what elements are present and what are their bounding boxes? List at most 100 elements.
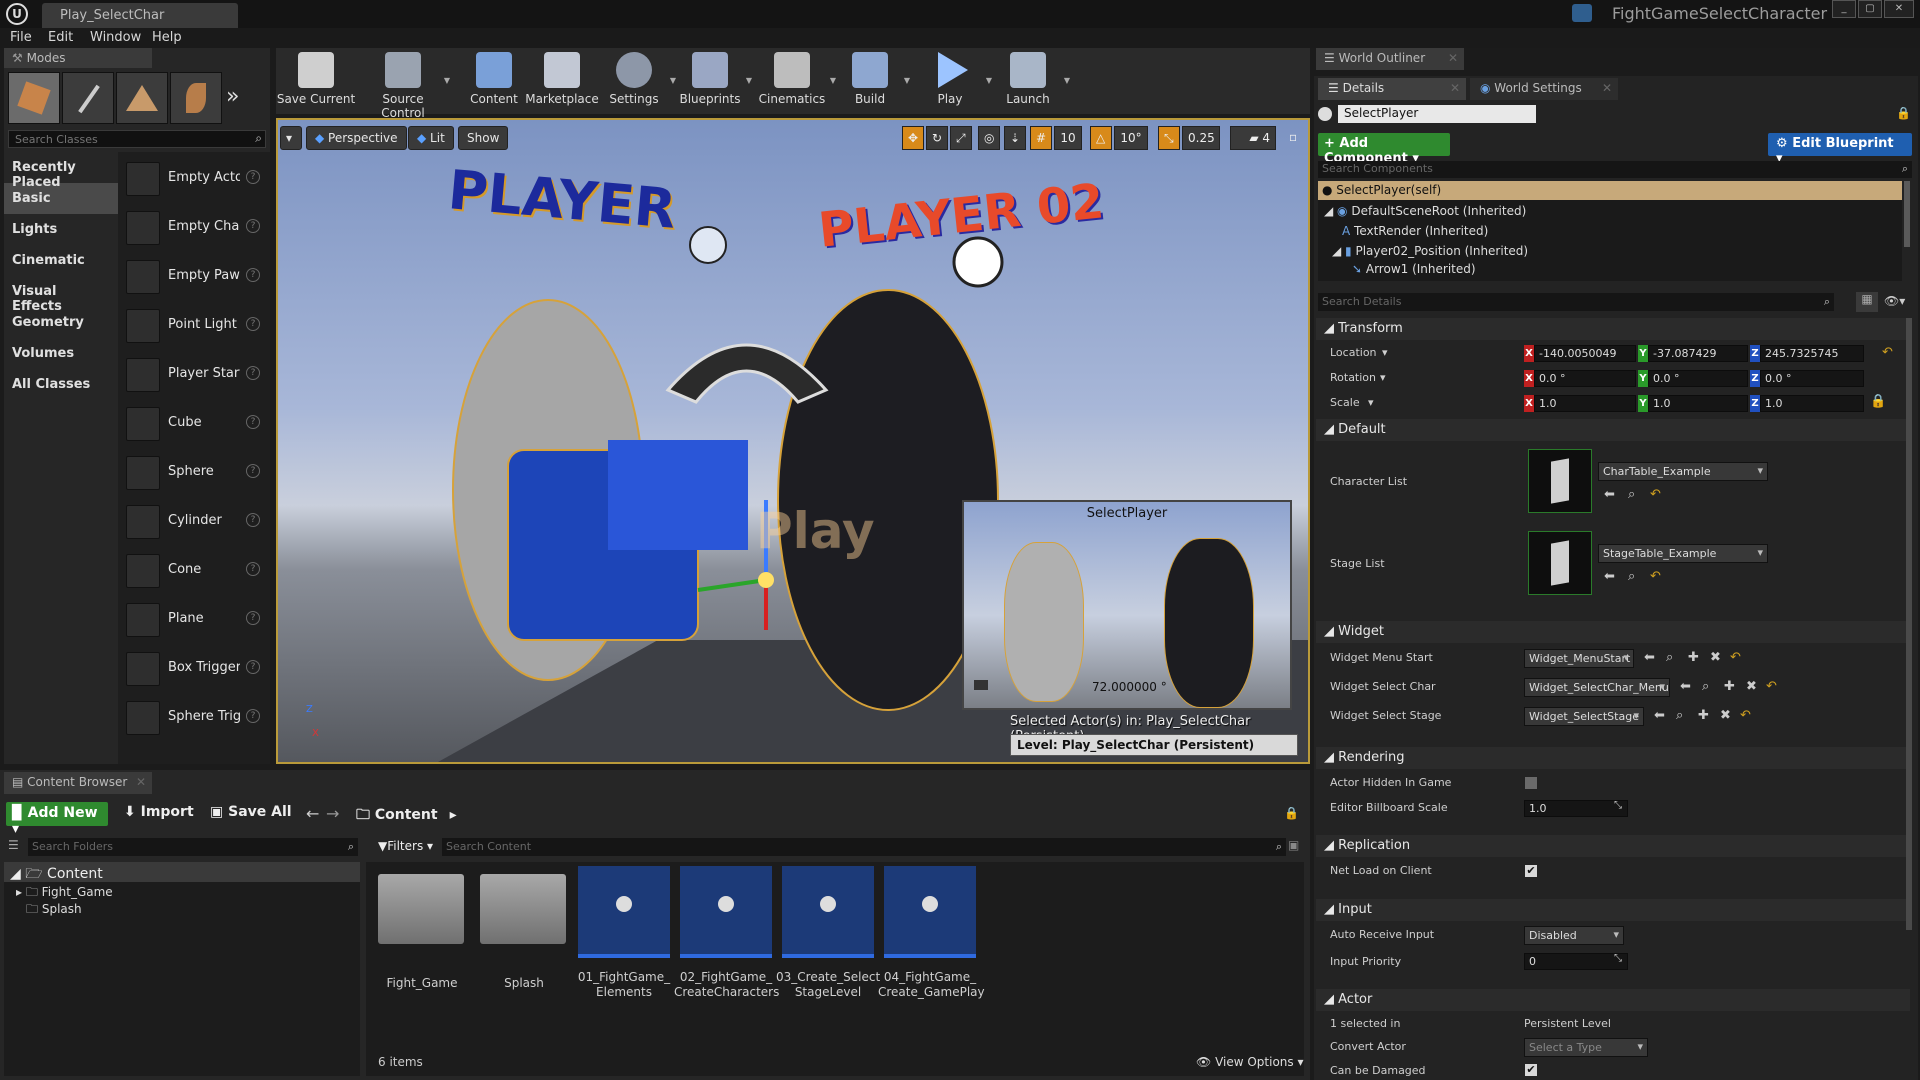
- search-classes-input[interactable]: [9, 131, 239, 147]
- section-widget[interactable]: ◢ Widget: [1316, 621, 1910, 643]
- category-all-classes[interactable]: All Classes: [4, 369, 118, 400]
- back-arrow-icon[interactable]: ←: [306, 804, 319, 823]
- close-icon[interactable]: ✕: [1602, 81, 1612, 95]
- section-input[interactable]: ◢ Input: [1316, 899, 1910, 921]
- browse-search-icon[interactable]: ⌕: [1628, 569, 1635, 584]
- maximize-viewport-icon[interactable]: ▫: [1284, 126, 1306, 150]
- rotation-snap-icon[interactable]: △: [1090, 126, 1112, 150]
- expand-arrow-icon[interactable]: ◢: [1324, 204, 1337, 218]
- blueprints-button[interactable]: Blueprints ▼: [672, 50, 752, 112]
- minimize-button[interactable]: _: [1832, 0, 1856, 18]
- reset-arrow-icon[interactable]: ↶: [1882, 345, 1893, 360]
- class-item-empty-pawn[interactable]: Empty Pawn?: [124, 254, 274, 300]
- help-icon[interactable]: ?: [246, 317, 260, 331]
- grid-snap-value[interactable]: 10: [1054, 126, 1082, 150]
- foliage-mode-icon[interactable]: [170, 72, 222, 124]
- add-icon[interactable]: ✚: [1724, 679, 1735, 694]
- build-button[interactable]: Build ▼: [834, 50, 910, 112]
- scale-snap-icon[interactable]: ⤡: [1158, 126, 1180, 150]
- expand-arrow-icon[interactable]: ◢: [1332, 244, 1345, 258]
- close-icon[interactable]: ✕: [136, 775, 146, 789]
- billboard-scale-field[interactable]: 1.0: [1524, 800, 1628, 817]
- search-content-field[interactable]: Search Content ⌕: [442, 838, 1286, 856]
- search-classes-field[interactable]: ⌕: [8, 130, 266, 148]
- category-visual-effects[interactable]: Visual Effects: [4, 276, 118, 314]
- outliner-tab[interactable]: ☰ World Outliner ✕: [1316, 48, 1464, 70]
- asset-03-label[interactable]: 03_Create_Select StageLevel: [776, 970, 880, 1000]
- save-current-button[interactable]: Save Current: [276, 50, 356, 112]
- search-components-field[interactable]: Search Components ⌕: [1318, 161, 1912, 178]
- browse-search-icon[interactable]: ⌕: [1666, 650, 1673, 665]
- class-item-cylinder[interactable]: Cylinder?: [124, 499, 274, 545]
- menu-file[interactable]: File: [10, 30, 32, 45]
- view-options-button[interactable]: 👁 View Options ▾: [1196, 1055, 1304, 1069]
- help-icon[interactable]: ?: [246, 513, 260, 527]
- tree-content-root[interactable]: ◢ 🗁 Content: [4, 862, 360, 882]
- paint-mode-icon[interactable]: [62, 72, 114, 124]
- input-priority-field[interactable]: 0: [1524, 953, 1628, 970]
- convert-actor-dropdown[interactable]: Select a Type: [1524, 1038, 1648, 1057]
- category-cinematic[interactable]: Cinematic: [4, 245, 118, 276]
- asset-04-thumbnail[interactable]: [884, 866, 976, 958]
- close-button[interactable]: ✕: [1884, 0, 1914, 18]
- details-tab[interactable]: ☰ Details ✕: [1318, 78, 1466, 100]
- component-arrow1[interactable]: ➘ Arrow1 (Inherited): [1318, 260, 1902, 276]
- help-icon[interactable]: ?: [246, 219, 260, 233]
- more-modes-icon[interactable]: »: [226, 84, 239, 109]
- tree-splash[interactable]: 🗀 Splash: [4, 899, 360, 916]
- content-browser-tab[interactable]: ▤ Content Browser ✕: [4, 772, 152, 794]
- reset-arrow-icon[interactable]: ↶: [1740, 708, 1751, 723]
- grid-snap-icon[interactable]: #: [1030, 126, 1052, 150]
- class-item-point-light[interactable]: Point Light?: [124, 303, 274, 349]
- use-selected-arrow-icon[interactable]: ⬅: [1604, 569, 1615, 584]
- lock-icon[interactable]: 🔒: [1896, 106, 1911, 120]
- help-icon[interactable]: ?: [246, 366, 260, 380]
- forward-arrow-icon[interactable]: →: [326, 804, 339, 823]
- launch-button[interactable]: Launch ▼: [990, 50, 1070, 112]
- save-all-button[interactable]: ▣ Save All: [210, 804, 292, 820]
- component-textrender[interactable]: A TextRender (Inherited): [1318, 220, 1902, 240]
- asset-01-thumbnail[interactable]: [578, 866, 670, 958]
- folder-fight-game-label[interactable]: Fight_Game: [370, 976, 474, 991]
- browse-search-icon[interactable]: ⌕: [1628, 487, 1635, 502]
- category-recently-placed[interactable]: Recently Placed: [4, 152, 118, 190]
- dropdown-arrow-icon[interactable]: ▾: [1368, 396, 1374, 409]
- component-scrollbar[interactable]: [1904, 181, 1910, 247]
- source-control-button[interactable]: Source Control ▼: [360, 50, 450, 120]
- filters-button[interactable]: ▼Filters ▾: [376, 838, 438, 856]
- breadcrumb[interactable]: 🗀 Content ▸: [356, 804, 457, 828]
- help-icon[interactable]: ?: [246, 464, 260, 478]
- tree-fight-game[interactable]: ▸ 🗀 Fight_Game: [4, 882, 360, 899]
- eye-visibility-icon[interactable]: 👁▾: [1884, 294, 1905, 308]
- sources-toggle-icon[interactable]: ☰: [8, 838, 19, 852]
- component-self[interactable]: ● SelectPlayer(self): [1318, 181, 1902, 200]
- folder-fight-game-icon[interactable]: [378, 874, 464, 944]
- level-tab[interactable]: Play_SelectChar: [42, 3, 238, 28]
- asset-02-label[interactable]: 02_FightGame_ CreateCharacters: [674, 970, 779, 1000]
- search-folders-field[interactable]: Search Folders ⌕: [28, 838, 358, 856]
- asset-04-label[interactable]: 04_FightGame_ Create_GamePlay: [878, 970, 985, 1000]
- section-replication[interactable]: ◢ Replication: [1316, 835, 1910, 857]
- section-actor[interactable]: ◢ Actor: [1316, 989, 1910, 1011]
- class-item-sphere[interactable]: Sphere?: [124, 450, 274, 496]
- place-mode-icon[interactable]: [8, 72, 60, 124]
- class-item-box-trigger[interactable]: Box Trigger?: [124, 646, 274, 692]
- cinematics-button[interactable]: Cinematics ▼: [752, 50, 836, 112]
- help-icon[interactable]: ?: [246, 709, 260, 723]
- rotate-tool-icon[interactable]: ↻: [926, 126, 948, 150]
- surface-snap-icon[interactable]: ⇣: [1004, 126, 1026, 150]
- widget-select-char-dropdown[interactable]: Widget_SelectChar_Menu: [1524, 678, 1670, 697]
- widget-select-stage-dropdown[interactable]: Widget_SelectStage: [1524, 707, 1644, 726]
- component-default-scene-root[interactable]: ◢ ◉ DefaultSceneRoot (Inherited): [1318, 200, 1902, 220]
- section-default[interactable]: ◢ Default: [1316, 419, 1910, 441]
- rotation-z-field[interactable]: 0.0 °: [1760, 370, 1864, 387]
- add-component-button[interactable]: + Add Component ▾: [1318, 133, 1450, 166]
- can-be-damaged-checkbox[interactable]: ✔: [1524, 1063, 1538, 1077]
- class-item-plane[interactable]: Plane?: [124, 597, 274, 643]
- scale-lock-icon[interactable]: 🔒: [1870, 394, 1886, 409]
- class-item-cube[interactable]: Cube?: [124, 401, 274, 447]
- scale-tool-icon[interactable]: ⤢: [950, 126, 972, 150]
- modes-tab[interactable]: ⚒ Modes: [4, 48, 152, 68]
- close-icon[interactable]: ✕: [1450, 81, 1460, 95]
- rotation-snap-value[interactable]: 10°: [1114, 126, 1148, 150]
